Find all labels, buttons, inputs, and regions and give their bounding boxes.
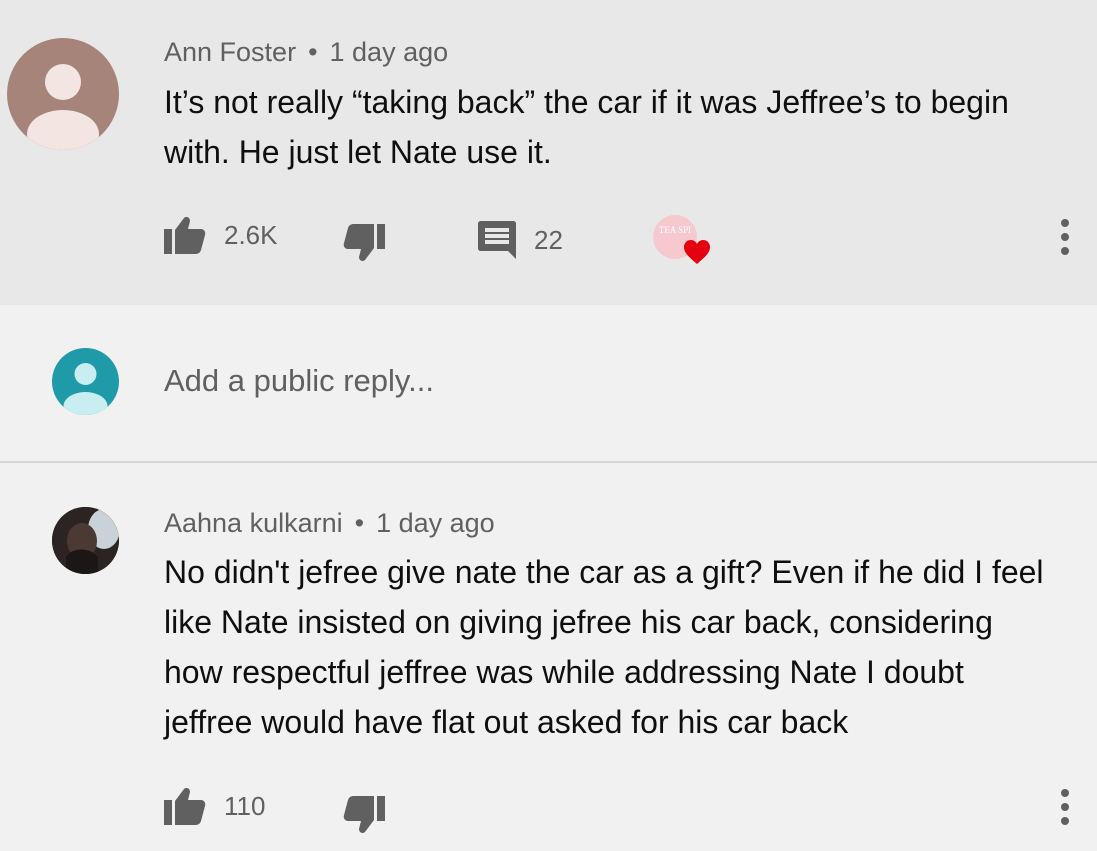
reply-composer: Add a public reply... [0, 305, 1097, 463]
comment-line: like Nate insisted on giving jefree his … [164, 604, 993, 640]
dislike-icon [343, 796, 385, 834]
like-count: 2.6K [224, 219, 278, 250]
comment-line: No didn't jefree give nate the car as a … [164, 554, 1044, 590]
like-button[interactable]: 2.6K [164, 216, 278, 254]
meta-separator: • [308, 37, 318, 67]
dislike-icon [343, 224, 385, 262]
dislike-button[interactable] [343, 224, 385, 262]
profile-photo-icon [52, 507, 119, 574]
public-reply-input[interactable]: Add a public reply... [164, 363, 434, 399]
comment-line: with. He just let Nate use it. [164, 134, 552, 170]
comment-time[interactable]: 1 day ago [330, 37, 449, 67]
creator-badge-text: TEA SPI [658, 225, 692, 235]
dislike-button[interactable] [343, 796, 385, 834]
like-icon [164, 787, 206, 825]
more-options-button[interactable] [1056, 218, 1074, 258]
comment-text: No didn't jefree give nate the car as a … [164, 547, 1084, 747]
comment-line: how respectful jeffree was while address… [164, 654, 964, 690]
like-count: 110 [224, 790, 266, 821]
comment-meta: Aahna kulkarni • 1 day ago [164, 508, 495, 539]
comment-ann-foster: Ann Foster • 1 day ago It’s not really “ta… [0, 0, 1097, 305]
like-icon [164, 216, 206, 254]
author-name[interactable]: Aahna kulkarni [164, 508, 343, 538]
comment-line: jeffree would have flat out asked for hi… [164, 704, 849, 740]
user-silhouette-icon [63, 363, 108, 415]
heart-icon [684, 240, 710, 264]
reply-count: 22 [534, 224, 563, 255]
creator-heart-badge: TEA SPI [652, 214, 712, 266]
meta-separator: • [354, 508, 365, 538]
avatar-ann-foster[interactable] [7, 38, 119, 150]
comment-meta: Ann Foster • 1 day ago [164, 37, 448, 68]
reply-icon [478, 221, 516, 259]
reply-button[interactable]: 22 [478, 221, 563, 259]
user-silhouette-icon [27, 64, 99, 150]
author-name[interactable]: Ann Foster [164, 37, 296, 67]
more-options-button[interactable] [1056, 788, 1074, 828]
more-vert-icon [1061, 789, 1069, 825]
more-vert-icon [1061, 219, 1069, 255]
avatar-current-user [52, 348, 119, 415]
comment-line: It’s not really “taking back” the car if… [164, 84, 1009, 120]
comment-time[interactable]: 1 day ago [376, 508, 495, 538]
like-button[interactable]: 110 [164, 787, 265, 825]
avatar-aahna-kulkarni[interactable] [52, 507, 119, 574]
comment-text: It’s not really “taking back” the car if… [164, 77, 1074, 177]
